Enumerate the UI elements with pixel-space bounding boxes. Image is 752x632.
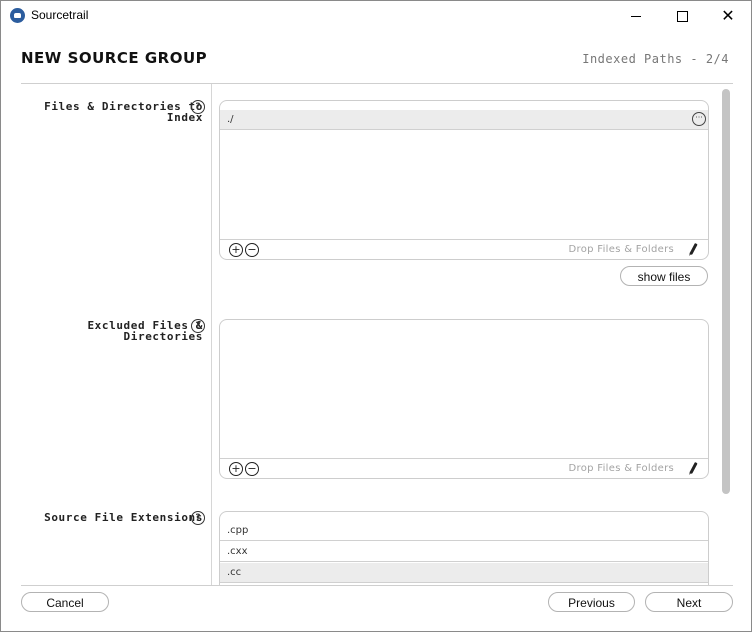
drop-hint: Drop Files & Folders [568,463,674,474]
wizard-window: Sourcetrail ✕ NEW SOURCE GROUP Indexed P… [0,0,752,632]
source-extensions-label-line1: Source File Extensions [44,511,203,524]
close-icon: ✕ [721,6,735,25]
sourcetrail-logo-icon [10,8,25,23]
exclude-list-toolbar: + − Drop Files & Folders [220,458,708,478]
exclude-paths-list[interactable]: + − Drop Files & Folders [219,319,709,479]
list-item[interactable]: .cxx [220,542,708,562]
include-paths-label: Files & Directories to Index [44,101,203,123]
help-icon[interactable]: ? [191,511,205,525]
vertical-scrollbar[interactable] [722,89,730,494]
exclude-paths-label: Excluded Files & Directories [87,320,203,342]
list-item[interactable]: ./ ··· [220,110,708,130]
help-icon[interactable]: ? [191,100,205,114]
drop-hint: Drop Files & Folders [568,244,674,255]
next-button[interactable]: Next [645,592,733,612]
list-item[interactable]: .cpp [220,521,708,541]
cancel-button[interactable]: Cancel [21,592,109,612]
exclude-paths-label-line2: Directories [123,330,203,343]
include-list-toolbar: + − Drop Files & Folders [220,239,708,259]
path-text: ./ [227,114,234,125]
maximize-icon [676,10,688,22]
source-extensions-label: Source File Extensions [44,512,203,523]
window-title: Sourcetrail [31,8,89,22]
label-column-divider [211,84,212,585]
minimize-icon [631,15,641,17]
close-button[interactable]: ✕ [705,1,751,31]
footer-divider [21,585,733,586]
list-item[interactable]: .cc [220,563,708,583]
remove-path-icon[interactable]: − [245,462,259,476]
source-extensions-list[interactable]: .cpp .cxx .cc [219,511,709,585]
minimize-button[interactable] [613,1,659,31]
edit-pencil-icon[interactable] [689,242,698,256]
page-title: NEW SOURCE GROUP [21,49,208,67]
remove-path-icon[interactable]: − [245,243,259,257]
include-paths-label-line2: Index [166,111,203,124]
add-path-icon[interactable]: + [229,462,243,476]
title-bar: Sourcetrail ✕ [1,1,751,31]
show-files-button[interactable]: show files [620,266,708,286]
step-indicator: Indexed Paths - 2/4 [582,52,729,66]
edit-pencil-icon[interactable] [689,461,698,475]
maximize-button[interactable] [659,1,705,31]
include-paths-list[interactable]: ./ ··· + − Drop Files & Folders [219,100,709,260]
more-options-icon[interactable]: ··· [692,112,706,126]
previous-button[interactable]: Previous [548,592,635,612]
help-icon[interactable]: ? [191,319,205,333]
form-scroll-area: Files & Directories to Index ? ./ ··· + … [21,84,733,585]
add-path-icon[interactable]: + [229,243,243,257]
